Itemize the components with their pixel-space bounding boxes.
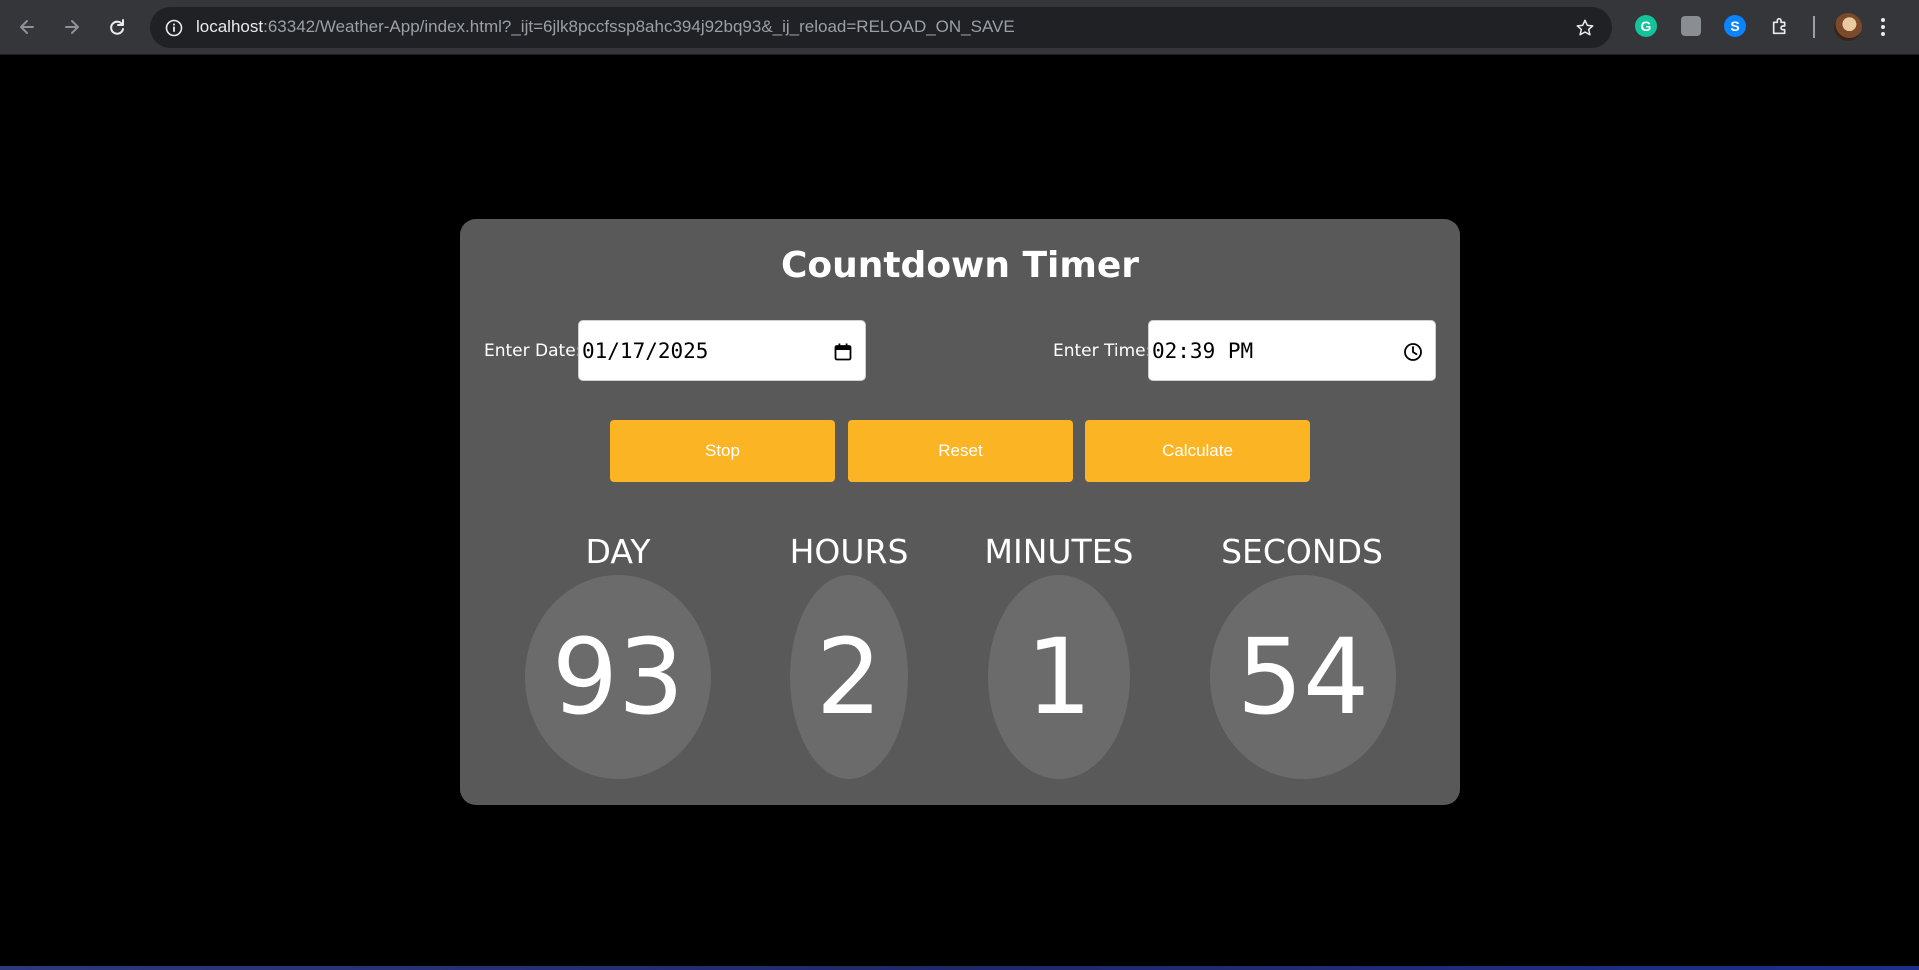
site-info-icon[interactable] (160, 14, 188, 42)
seconds-value: 54 (1210, 575, 1396, 779)
date-label: Enter Date: (484, 341, 582, 361)
url-text: localhost:63342/Weather-App/index.html?_… (196, 17, 1015, 37)
address-bar[interactable]: localhost:63342/Weather-App/index.html?_… (150, 7, 1612, 48)
extension-icon[interactable] (1678, 13, 1704, 39)
time-label: Enter Time: (1053, 341, 1152, 361)
bookmark-star-icon[interactable] (1572, 15, 1598, 41)
forward-icon (65, 20, 79, 34)
shazam-icon[interactable]: S (1722, 13, 1748, 39)
extensions-puzzle-icon[interactable] (1768, 13, 1794, 39)
seconds-label: SECONDS (1221, 532, 1383, 571)
back-icon (20, 20, 34, 34)
browser-toolbar: localhost:63342/Weather-App/index.html?_… (0, 0, 1919, 55)
clock-icon[interactable] (1401, 340, 1425, 364)
reload-button[interactable] (100, 10, 134, 44)
url-path: :63342/Weather-App/index.html?_ijt=6jlk8… (263, 17, 1015, 36)
grammarly-icon[interactable]: G (1633, 13, 1659, 39)
kebab-menu-icon[interactable] (1870, 13, 1896, 41)
hours-value: 2 (790, 575, 908, 779)
hours-label: HOURS (789, 532, 909, 571)
days-label: DAY (585, 532, 651, 571)
time-value: 02:39 PM (1152, 339, 1254, 363)
back-button[interactable] (10, 10, 44, 44)
minutes-label: MINUTES (984, 532, 1134, 571)
profile-avatar[interactable] (1834, 13, 1862, 41)
url-host: localhost (196, 17, 264, 36)
reload-icon (110, 19, 124, 35)
time-input[interactable]: 02:39 PM (1148, 320, 1436, 381)
minutes-value: 1 (988, 575, 1130, 779)
countdown-card: Countdown Timer Enter Date: 01/17/2025 E… (460, 219, 1460, 805)
stop-button[interactable]: Stop (610, 420, 835, 482)
forward-button[interactable] (55, 10, 89, 44)
taskbar-edge (0, 966, 1919, 970)
page-title: Countdown Timer (780, 245, 1140, 286)
reset-button[interactable]: Reset (848, 420, 1073, 482)
date-value: 01/17/2025 (582, 339, 709, 363)
days-value: 93 (525, 575, 711, 779)
calculate-button[interactable]: Calculate (1085, 420, 1310, 482)
date-input[interactable]: 01/17/2025 (578, 320, 866, 381)
toolbar-separator (1813, 16, 1815, 38)
calendar-icon[interactable] (831, 340, 855, 364)
